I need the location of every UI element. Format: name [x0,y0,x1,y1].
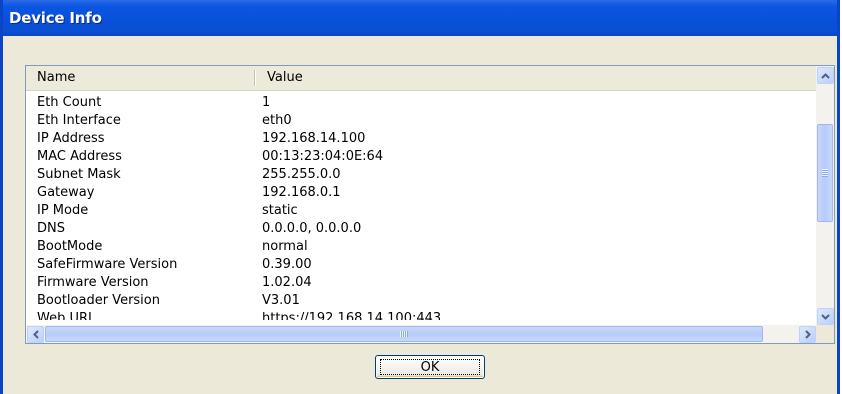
list-row[interactable]: Bootloader Version V3.01 [26,292,817,310]
grip-icon [400,331,408,337]
chevron-down-icon [821,313,830,320]
row-value: normal [262,239,308,254]
list-row[interactable]: DNS 0.0.0.0, 0.0.0.0 [26,220,817,238]
list-row[interactable]: Web URL https://192.168.14.100:443 [26,310,817,320]
list-row[interactable]: SafeFirmware Version 0.39.00 [26,256,817,274]
row-name: Eth Interface [37,113,121,128]
scrollbar-corner [816,325,834,343]
row-name: Eth Count [37,95,102,110]
row-value: 1.02.04 [262,275,312,290]
list-row[interactable]: IP Mode static [26,202,817,220]
ok-button[interactable]: OK [375,355,485,379]
row-name: SafeFirmware Version [37,257,178,272]
row-value: 00:13:23:04:0E:64 [262,149,384,164]
row-value: 0.0.0.0, 0.0.0.0 [262,221,362,236]
row-value: static [262,203,298,218]
column-divider[interactable] [254,70,256,86]
list-row[interactable]: Subnet Mask 255.255.0.0 [26,166,817,184]
vertical-scroll-thumb[interactable] [817,124,833,222]
row-name: IP Address [37,131,105,146]
list-row[interactable]: MAC Address 00:13:23:04:0E:64 [26,148,817,166]
scroll-down-button[interactable] [817,308,834,325]
row-name: Firmware Version [37,275,149,290]
row-value: https://192.168.14.100:443 [262,311,442,320]
row-name: Gateway [37,185,95,200]
list-row[interactable]: Eth Interface eth0 [26,112,817,130]
row-value: 192.168.0.1 [262,185,341,200]
row-name: BootMode [37,239,103,254]
row-name: Subnet Mask [37,167,121,182]
list-row[interactable]: BootMode normal [26,238,817,256]
grip-icon [822,169,828,177]
horizontal-scroll-thumb[interactable] [45,326,763,342]
scroll-right-button[interactable] [799,326,816,343]
scroll-left-button[interactable] [27,326,44,343]
device-info-list[interactable]: Name Value Eth Count 1 Eth Interface eth0 IP… [25,65,835,344]
chevron-left-icon [32,330,39,339]
column-header-name[interactable]: Name [37,66,75,89]
column-header-value[interactable]: Value [267,66,303,89]
focus-rectangle [380,359,480,375]
list-header: Name Value [26,66,817,91]
list-row[interactable]: IP Address 192.168.14.100 [26,130,817,148]
chevron-right-icon [804,330,811,339]
row-value: eth0 [262,113,292,128]
row-value: 192.168.14.100 [262,131,366,146]
row-name: DNS [37,221,65,236]
list-rows: Eth Count 1 Eth Interface eth0 IP Address 192… [26,94,817,320]
list-row[interactable]: Eth Count 1 [26,94,817,112]
row-name: Bootloader Version [37,293,160,308]
row-name: MAC Address [37,149,122,164]
row-value: V3.01 [262,293,300,308]
vertical-scrollbar[interactable] [816,66,834,326]
row-name: Web URL [37,311,96,320]
row-name: IP Mode [37,203,89,218]
row-value: 1 [262,95,271,110]
row-value: 255.255.0.0 [262,167,341,182]
title-bar[interactable]: Device Info [3,0,837,36]
row-value: 0.39.00 [262,257,312,272]
horizontal-scrollbar[interactable] [26,325,817,343]
list-row[interactable]: Gateway 192.168.0.1 [26,184,817,202]
list-row[interactable]: Firmware Version 1.02.04 [26,274,817,292]
window-title: Device Info [9,9,102,27]
device-info-dialog: Device Info Name Value Eth Count 1 Eth Int… [0,0,840,394]
chevron-up-icon [821,72,830,79]
scroll-up-button[interactable] [817,67,834,84]
